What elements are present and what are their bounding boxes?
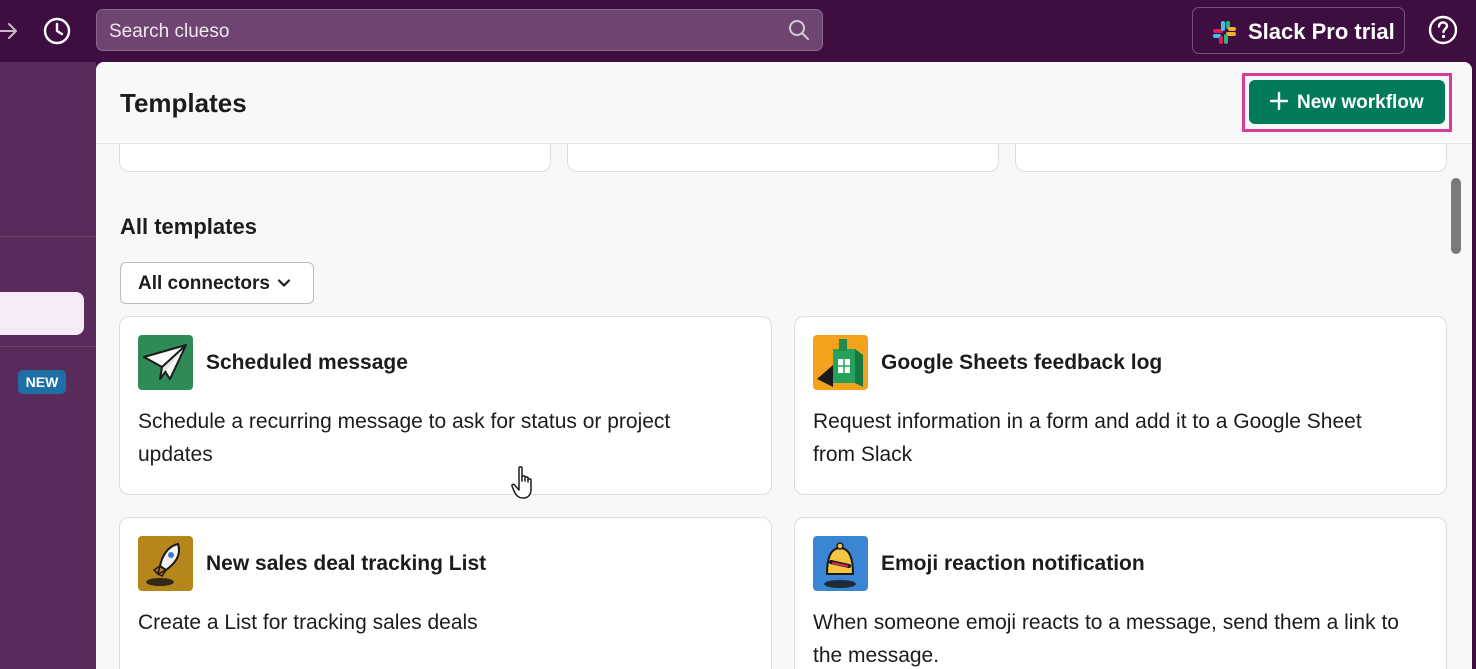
new-workflow-button[interactable]: New workflow <box>1249 80 1445 124</box>
template-card[interactable]: Emoji reaction notification When someone… <box>794 517 1447 669</box>
scrollbar[interactable] <box>1451 178 1461 254</box>
template-title: Google Sheets feedback log <box>881 351 1163 374</box>
template-description: Create a List for tracking sales deals <box>138 611 478 634</box>
new-badge: NEW <box>18 370 66 394</box>
template-title: New sales deal tracking List <box>206 552 487 575</box>
forward-arrow-icon[interactable] <box>0 14 20 48</box>
template-title: Emoji reaction notification <box>881 552 1145 575</box>
filter-label: All connectors <box>138 273 270 294</box>
template-card[interactable]: New sales deal tracking List Create a Li… <box>119 517 772 669</box>
panel-header: Templates New workflow <box>96 62 1472 144</box>
plus-icon <box>1267 89 1291 113</box>
connectors-filter-dropdown[interactable]: All connectors <box>120 262 314 304</box>
hand-cursor-icon <box>510 465 538 501</box>
bell-icon <box>813 536 868 591</box>
new-workflow-label: New workflow <box>1297 92 1424 113</box>
template-description: When someone emoji reacts to a message, … <box>813 611 1399 667</box>
template-description: Request information in a form and add it… <box>813 410 1362 466</box>
sidebar-divider <box>0 236 96 237</box>
history-clock-icon[interactable] <box>40 14 74 48</box>
slack-pro-trial-label: Slack Pro trial <box>1248 19 1395 44</box>
templates-panel: Templates New workflow All templates All… <box>96 62 1472 669</box>
chevron-down-icon <box>276 275 292 291</box>
sidebar-divider <box>0 346 96 347</box>
slack-pro-trial-button[interactable]: Slack Pro trial <box>1192 7 1405 54</box>
paper-plane-icon <box>138 335 193 390</box>
rocket-icon <box>138 536 193 591</box>
help-icon[interactable] <box>1427 14 1459 46</box>
section-title: All templates <box>120 214 257 239</box>
search-icon <box>788 19 810 41</box>
template-card[interactable]: Google Sheets feedback log Request infor… <box>794 316 1447 495</box>
page-title: Templates <box>120 88 247 118</box>
search-placeholder: Search clueso <box>109 21 230 42</box>
template-title: Scheduled message <box>206 351 408 374</box>
template-card[interactable]: Scheduled message Schedule a recurring m… <box>119 316 772 495</box>
top-bar: Search clueso Slack Pro trial <box>0 0 1476 62</box>
template-description: Schedule a recurring message to ask for … <box>138 410 671 466</box>
slack-logo-icon <box>1212 20 1237 45</box>
sidebar-item-selected[interactable] <box>0 292 84 335</box>
google-sheets-icon <box>813 335 868 390</box>
left-sidebar: NEW <box>0 62 96 669</box>
search-input[interactable]: Search clueso <box>96 9 823 51</box>
